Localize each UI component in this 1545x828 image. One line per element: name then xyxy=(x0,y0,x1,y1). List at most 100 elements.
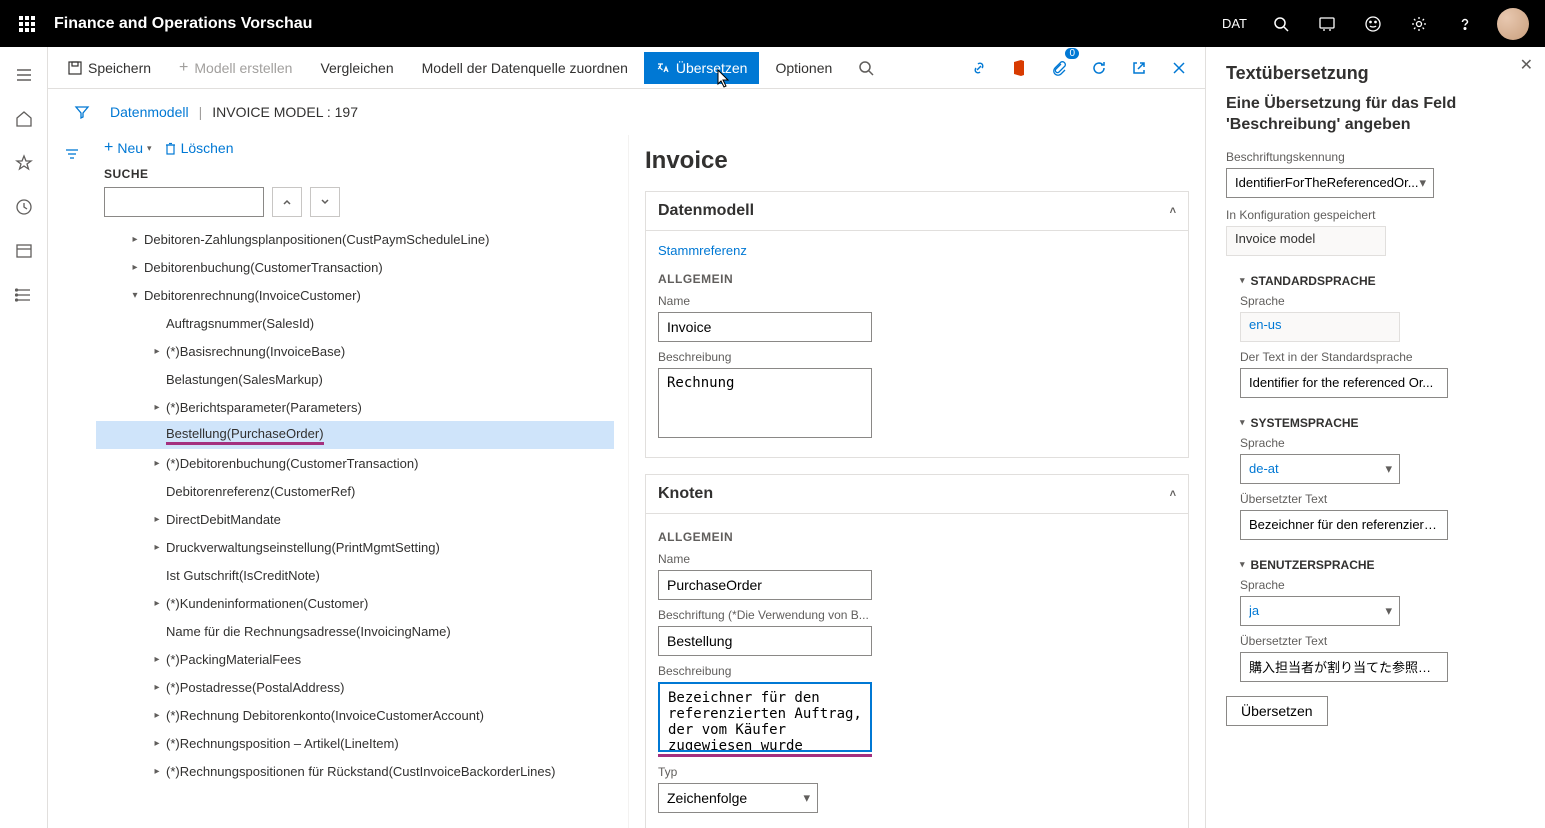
tree-row[interactable]: ▸(*)Basisrechnung(InvoiceBase) xyxy=(96,337,614,365)
tree-row[interactable]: Name für die Rechnungsadresse(InvoicingN… xyxy=(96,617,614,645)
tree-row[interactable]: Bestellung(PurchaseOrder) xyxy=(96,421,614,449)
root-reference-link[interactable]: Stammreferenz xyxy=(658,241,747,266)
section-node-header[interactable]: Knoten ˄ xyxy=(645,474,1189,513)
caret-right-icon[interactable]: ▸ xyxy=(148,682,166,693)
node-type-select[interactable] xyxy=(658,783,818,813)
tree-row[interactable]: ▸(*)Rechnung Debitorenkonto(InvoiceCusto… xyxy=(96,701,614,729)
tree-row[interactable]: ▸(*)Rechnungsposition – Artikel(LineItem… xyxy=(96,729,614,757)
section-datamodel-header[interactable]: Datenmodell ˄ xyxy=(645,191,1189,230)
tree-row[interactable]: ▸(*)PackingMaterialFees xyxy=(96,645,614,673)
gear-icon[interactable] xyxy=(1397,0,1441,47)
recent-icon[interactable] xyxy=(0,187,48,227)
user-text-label: Übersetzter Text xyxy=(1240,634,1529,648)
system-text-input[interactable] xyxy=(1240,510,1448,540)
office-icon[interactable] xyxy=(1001,50,1037,86)
caret-right-icon[interactable]: ▸ xyxy=(148,346,166,357)
details-pane: Invoice Datenmodell ˄ Stammreferenz ALLG… xyxy=(628,135,1205,828)
default-text-input[interactable] xyxy=(1240,368,1448,398)
search-prev-icon[interactable] xyxy=(272,187,302,217)
default-lang-value: en-us xyxy=(1240,312,1400,342)
link-icon[interactable] xyxy=(961,50,997,86)
popout-icon[interactable] xyxy=(1121,50,1157,86)
caret-right-icon[interactable]: ▸ xyxy=(148,738,166,749)
compare-button[interactable]: Vergleichen xyxy=(308,52,405,84)
system-lang-select[interactable] xyxy=(1240,454,1400,484)
group-default-lang[interactable]: STANDARDSPRACHE xyxy=(1240,274,1529,288)
model-name-input[interactable] xyxy=(658,312,872,342)
tree-row[interactable]: Belastungen(SalesMarkup) xyxy=(96,365,614,393)
caret-right-icon[interactable]: ▸ xyxy=(148,710,166,721)
home-icon[interactable] xyxy=(0,99,48,139)
tree-row[interactable]: ▸(*)Rechnungspositionen für Rückstand(Cu… xyxy=(96,757,614,785)
tree-row[interactable]: ▸Druckverwaltungseinstellung(PrintMgmtSe… xyxy=(96,533,614,561)
user-text-input[interactable] xyxy=(1240,652,1448,682)
smiley-icon[interactable] xyxy=(1351,0,1395,47)
caret-right-icon[interactable]: ▸ xyxy=(148,514,166,525)
tree-row[interactable]: Auftragsnummer(SalesId) xyxy=(96,309,614,337)
tree-row[interactable]: ▸DirectDebitMandate xyxy=(96,505,614,533)
label-id-select[interactable] xyxy=(1226,168,1434,198)
caret-right-icon[interactable]: ▸ xyxy=(126,262,144,273)
tree-row[interactable]: ▸Debitorenbuchung(CustomerTransaction) xyxy=(96,253,614,281)
caret-right-icon[interactable]: ▸ xyxy=(148,598,166,609)
tree-row[interactable]: ▸(*)Debitorenbuchung(CustomerTransaction… xyxy=(96,449,614,477)
tree-row[interactable]: ▸Debitoren-Zahlungsplanpositionen(CustPa… xyxy=(96,225,614,253)
filter-icon[interactable] xyxy=(64,97,100,127)
user-avatar[interactable] xyxy=(1497,8,1529,40)
model-tree[interactable]: ▸Debitoren-Zahlungsplanpositionen(CustPa… xyxy=(96,225,620,820)
tree-row-label: (*)Rechnungsposition – Artikel(LineItem) xyxy=(166,736,399,751)
breadcrumb-root[interactable]: Datenmodell xyxy=(110,104,189,120)
save-button[interactable]: Speichern xyxy=(56,52,163,84)
tree-row[interactable]: ▸(*)Postadresse(PostalAddress) xyxy=(96,673,614,701)
user-lang-select[interactable] xyxy=(1240,596,1400,626)
new-node-button[interactable]: +Neu▾ xyxy=(104,139,152,157)
app-launcher-icon[interactable] xyxy=(8,16,46,32)
model-name-label: Name xyxy=(658,294,1176,308)
company-code[interactable]: DAT xyxy=(1212,0,1257,47)
refresh-icon[interactable] xyxy=(1081,50,1117,86)
caret-right-icon[interactable]: ▸ xyxy=(148,542,166,553)
chevron-up-icon: ˄ xyxy=(1170,205,1176,217)
sort-icon[interactable] xyxy=(54,139,90,169)
tree-row-label: Belastungen(SalesMarkup) xyxy=(166,372,323,387)
caret-right-icon[interactable]: ▸ xyxy=(126,234,144,245)
group-user-lang[interactable]: BENUTZERSPRACHE xyxy=(1240,558,1529,572)
caret-right-icon[interactable]: ▸ xyxy=(148,654,166,665)
caret-right-icon[interactable]: ▸ xyxy=(148,458,166,469)
translate-button[interactable]: Übersetzen xyxy=(644,52,760,84)
system-text-label: Übersetzter Text xyxy=(1240,492,1529,506)
node-name-input[interactable] xyxy=(658,570,872,600)
tree-row[interactable]: ▸(*)Berichtsparameter(Parameters) xyxy=(96,393,614,421)
tree-row[interactable]: ▸(*)Kundeninformationen(Customer) xyxy=(96,589,614,617)
group-system-lang[interactable]: SYSTEMSPRACHE xyxy=(1240,416,1529,430)
translate-action-button[interactable]: Übersetzen xyxy=(1226,696,1328,726)
caret-down-icon[interactable]: ▾ xyxy=(126,290,144,301)
close-action-icon[interactable] xyxy=(1161,50,1197,86)
node-caption-input[interactable] xyxy=(658,626,872,656)
modules-icon[interactable] xyxy=(0,275,48,315)
new-model-label: Modell erstellen xyxy=(194,60,292,76)
model-desc-input[interactable] xyxy=(658,368,872,438)
map-model-button[interactable]: Modell der Datenquelle zuordnen xyxy=(410,52,640,84)
search-icon[interactable] xyxy=(1259,0,1303,47)
help-icon[interactable] xyxy=(1443,0,1487,47)
tree-row[interactable]: Ist Gutschrift(IsCreditNote) xyxy=(96,561,614,589)
star-icon[interactable] xyxy=(0,143,48,183)
workspace-icon[interactable] xyxy=(0,231,48,271)
hamburger-icon[interactable] xyxy=(0,55,48,95)
new-model-button[interactable]: +Modell erstellen xyxy=(167,51,304,85)
delete-node-button[interactable]: Löschen xyxy=(164,140,234,156)
tree-row[interactable]: ▾Debitorenrechnung(InvoiceCustomer) xyxy=(96,281,614,309)
tree-row[interactable]: Debitorenreferenz(CustomerRef) xyxy=(96,477,614,505)
search-input[interactable] xyxy=(104,187,264,217)
action-search-icon[interactable] xyxy=(848,50,884,86)
attachment-icon[interactable]: 0 xyxy=(1041,50,1077,86)
options-button[interactable]: Optionen xyxy=(763,52,844,84)
caret-right-icon[interactable]: ▸ xyxy=(148,766,166,777)
node-desc-input[interactable] xyxy=(658,682,872,752)
caret-right-icon[interactable]: ▸ xyxy=(148,402,166,413)
search-next-icon[interactable] xyxy=(310,187,340,217)
close-panel-icon[interactable]: ✕ xyxy=(1520,55,1533,75)
chat-icon[interactable] xyxy=(1305,0,1349,47)
tree-row-label: DirectDebitMandate xyxy=(166,512,281,527)
